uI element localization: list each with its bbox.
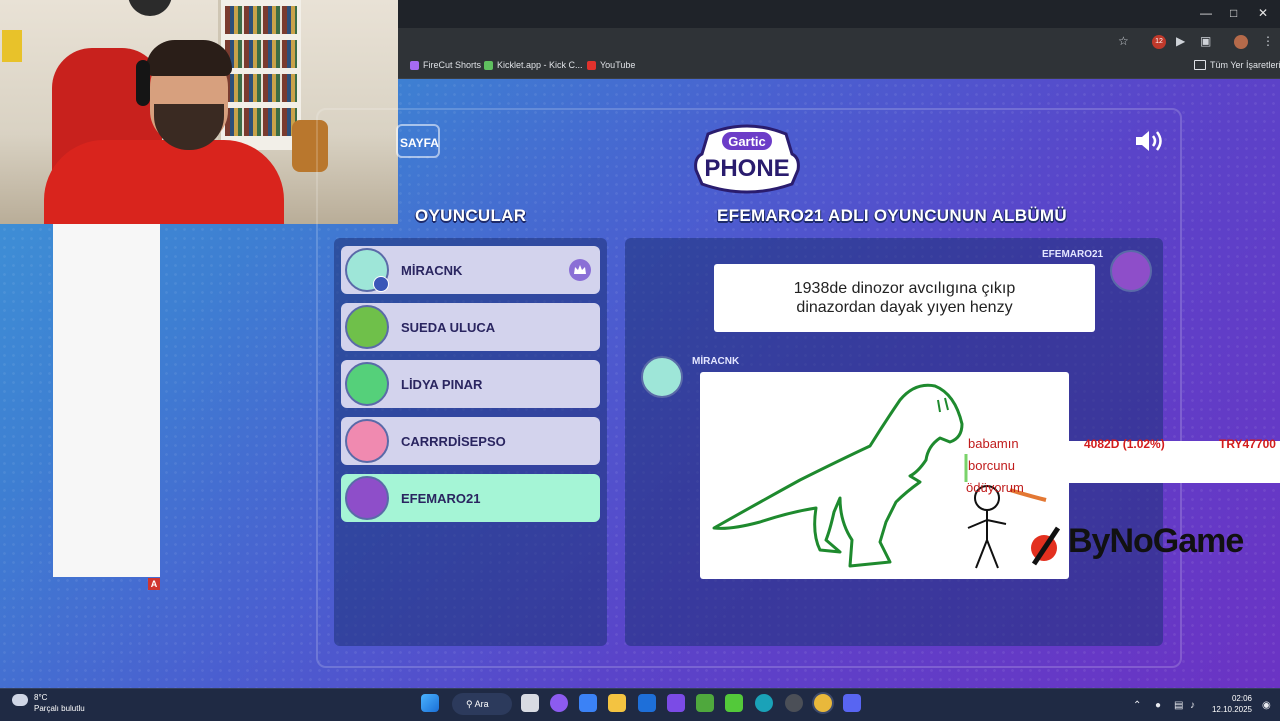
drawing-text-line: borcunu xyxy=(968,458,1015,473)
headset xyxy=(136,60,150,106)
prompt-author-avatar xyxy=(1110,250,1152,292)
youtube-icon xyxy=(587,60,596,70)
gartic-phone-logo: Gartic PHONE xyxy=(694,124,800,194)
file-explorer-icon[interactable] xyxy=(608,694,626,712)
bookmark-firecut[interactable]: FireCut Shorts xyxy=(410,60,481,70)
address-bar-row xyxy=(398,28,1280,56)
drawing-text-line: ödüyorum xyxy=(966,480,1024,495)
nvidia-icon[interactable] xyxy=(696,694,714,712)
bookmark-kicklet[interactable]: Kicklet.app - Kick C... xyxy=(484,60,583,70)
network-icon[interactable]: ▤ xyxy=(1174,700,1183,711)
dartboard xyxy=(128,0,172,16)
search-icon: ⚲ xyxy=(466,699,473,709)
svg-text:Gartic: Gartic xyxy=(728,134,766,149)
player-avatar xyxy=(345,305,389,349)
menu-dots-icon[interactable]: ⋮ xyxy=(1262,34,1274,48)
dinosaur-drawing: babamın borcunu ödüyorum xyxy=(712,383,1047,569)
streamer-shirt xyxy=(44,140,284,224)
weather-temp: 8°C xyxy=(34,693,48,702)
bynogame-logo-icon xyxy=(1031,526,1061,566)
price-ticker: 4082D (1.02%) TRY47700 xyxy=(1069,437,1280,483)
bookmark-label: YouTube xyxy=(600,60,636,70)
crown-icon xyxy=(569,259,591,281)
profile-avatar-icon[interactable] xyxy=(1234,35,1248,49)
bookmark-label: Tüm Yer İşaretleri xyxy=(1210,60,1280,70)
player-avatar xyxy=(345,419,389,463)
discord-icon[interactable] xyxy=(843,694,861,712)
chrome-icon[interactable] xyxy=(814,694,832,712)
clock-date: 12.10.2025 xyxy=(1211,705,1252,714)
store-icon[interactable] xyxy=(579,694,597,712)
drawing-author: MİRACNK xyxy=(692,356,740,367)
ticker-value: TRY47700 xyxy=(1219,437,1276,451)
streamer-hair xyxy=(146,40,232,76)
windows-start-icon[interactable] xyxy=(421,694,439,712)
outlook-icon[interactable] xyxy=(638,694,656,712)
bookmark-label: FireCut Shorts xyxy=(423,60,482,70)
back-page-button[interactable]: SAYFA xyxy=(396,124,440,158)
minimize-icon[interactable]: — xyxy=(1200,6,1212,20)
cloud-icon xyxy=(12,694,28,706)
player-row: CARRRDİSEPSO xyxy=(341,417,600,465)
prompt-text: 1938de dinozor avcılıgına çıkıp dinazord… xyxy=(793,280,1016,316)
firecut-icon xyxy=(410,60,419,70)
m365-icon[interactable] xyxy=(667,694,685,712)
search-label: Ara xyxy=(474,699,489,709)
clock-time: 02:06 xyxy=(1231,694,1252,703)
player-name: CARRRDİSEPSO xyxy=(401,433,506,449)
prompt-author: EFEMARO21 xyxy=(1042,249,1104,260)
close-icon[interactable]: ✕ xyxy=(1258,6,1268,20)
prompt-bubble: 1938de dinozor avcılıgına çıkıp dinazord… xyxy=(714,264,1095,332)
copilot-icon[interactable] xyxy=(550,694,568,712)
player-row: SUEDA ULUCA xyxy=(341,303,600,351)
bookmark-label: Kicklet.app - Kick C... xyxy=(497,60,583,70)
overlay-white-panel xyxy=(53,224,160,577)
obs-icon[interactable] xyxy=(785,694,803,712)
player-row: MİRACNK xyxy=(341,246,600,294)
speaker-icon[interactable] xyxy=(1134,128,1166,154)
player-avatar xyxy=(345,476,389,520)
player-avatar xyxy=(345,362,389,406)
folder-icon xyxy=(1194,60,1206,70)
player-name: SUEDA ULUCA xyxy=(401,319,496,335)
bookshelf xyxy=(218,0,301,150)
player-name: EFEMARO21 xyxy=(401,490,481,506)
players-heading: OYUNCULAR xyxy=(415,206,527,225)
player-name: MİRACNK xyxy=(401,262,463,278)
play-extension-icon[interactable]: ▶ xyxy=(1176,34,1185,48)
warning-sign xyxy=(2,30,22,62)
all-bookmarks-folder[interactable]: Tüm Yer İşaretleri xyxy=(1194,60,1280,70)
bookmark-youtube[interactable]: YouTube xyxy=(587,60,635,70)
tray-chevron-icon[interactable]: ⌃ xyxy=(1133,700,1141,711)
notification-bell-icon[interactable]: ◉ xyxy=(1262,700,1271,711)
bookmark-star-icon[interactable]: ☆ xyxy=(1118,34,1129,48)
player-row-active: EFEMARO21 xyxy=(341,474,600,522)
svg-text:PHONE: PHONE xyxy=(704,155,789,182)
taskbar-search[interactable]: ⚲ Ara xyxy=(452,693,512,715)
owner-icon xyxy=(373,276,389,292)
drawing-author-avatar xyxy=(641,356,683,398)
player-row: LİDYA PINAR xyxy=(341,360,600,408)
player-name: LİDYA PINAR xyxy=(401,376,483,392)
drawing-text-line: babamın xyxy=(968,436,1019,451)
extension-badge-icon[interactable]: 12 xyxy=(1152,35,1166,49)
player-avatar xyxy=(345,248,389,292)
weather-desc: Parçalı bulutlu xyxy=(34,704,85,713)
album-heading: EFEMARO21 ADLI OYUNCUNUN ALBÜMÜ xyxy=(717,206,1067,225)
task-view-icon[interactable] xyxy=(521,694,539,712)
kicklet-icon xyxy=(484,60,493,70)
browser-title-bar xyxy=(398,0,1280,28)
ticker-value: 4082D (1.02%) xyxy=(1084,437,1165,451)
extensions-puzzle-icon[interactable]: ▣ xyxy=(1200,34,1211,48)
sponsor-logo-text: ByNoGame xyxy=(1068,522,1244,560)
edge-icon[interactable] xyxy=(755,694,773,712)
corner-badge: A xyxy=(148,578,160,590)
album-drawing: babamın borcunu ödüyorum xyxy=(700,372,1069,579)
volume-icon[interactable]: ♪ xyxy=(1190,700,1195,711)
taskbar-clock[interactable]: 02:06 12.10.2025 xyxy=(1206,693,1252,715)
maximize-icon[interactable]: □ xyxy=(1230,6,1237,20)
kick-icon[interactable] xyxy=(725,694,743,712)
microphone-icon[interactable]: ● xyxy=(1155,700,1161,711)
